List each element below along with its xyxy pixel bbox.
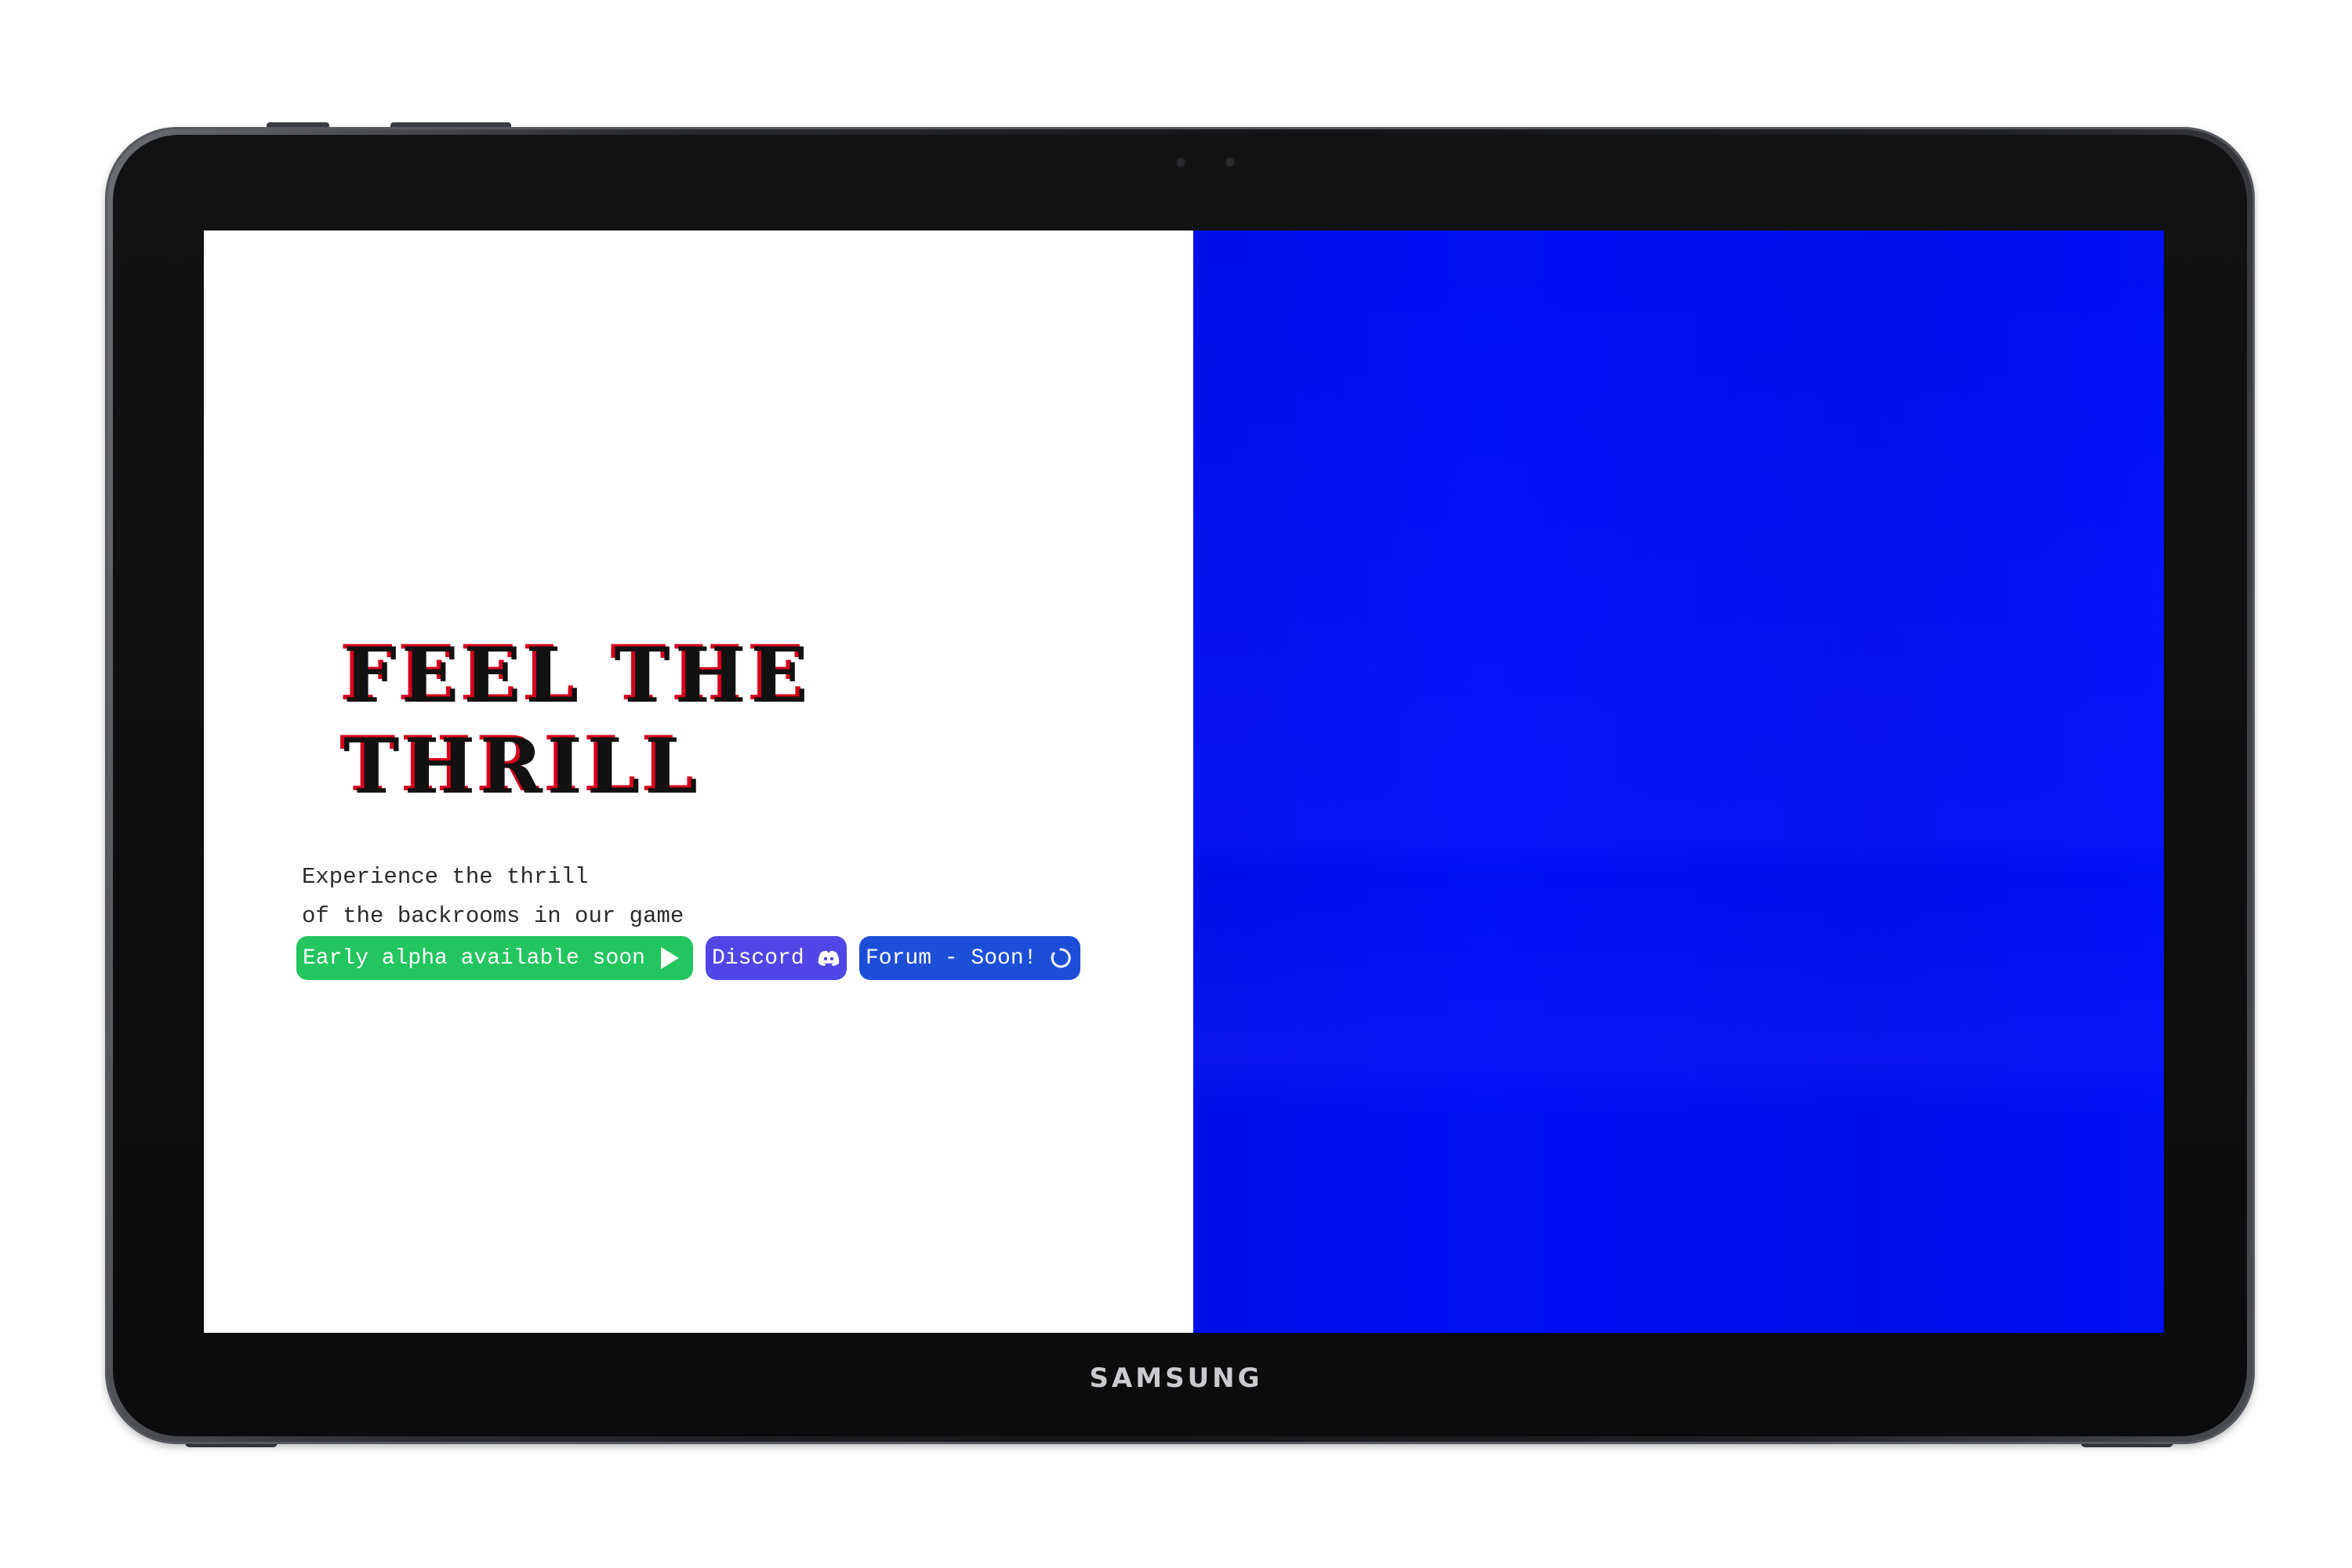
tagline-line-2: of the backrooms in our game [302, 903, 684, 929]
play-icon [658, 946, 681, 970]
sensor-icon [1226, 158, 1234, 166]
loading-icon [1049, 946, 1073, 970]
discord-label: Discord [712, 946, 804, 971]
page: SAMSUNG FEEL THE THRILL Experience the t… [0, 0, 2352, 1568]
discord-icon [817, 946, 840, 970]
tagline-line-1: Experience the thrill [302, 864, 589, 890]
hero-title: FEEL THE THRILL [343, 631, 813, 811]
forum-label: Forum - Soon! [866, 946, 1037, 971]
camera-icon [1177, 158, 1185, 166]
hero-tagline: Experience the thrill of the backrooms i… [302, 858, 851, 936]
discord-button[interactable]: Discord [706, 936, 847, 980]
early-alpha-button[interactable]: Early alpha available soon [296, 936, 693, 980]
blue-media-panel [1193, 230, 2164, 1333]
cta-row: Early alpha available soon Discord Forum… [296, 936, 1080, 980]
forum-button[interactable]: Forum - Soon! [859, 936, 1080, 980]
tablet-screen: FEEL THE THRILL Experience the thrill of… [204, 230, 2164, 1333]
brand-logo: SAMSUNG [1089, 1363, 1263, 1394]
early-alpha-label: Early alpha available soon [303, 946, 645, 971]
hero-section: FEEL THE THRILL Experience the thrill of… [204, 230, 1193, 1333]
